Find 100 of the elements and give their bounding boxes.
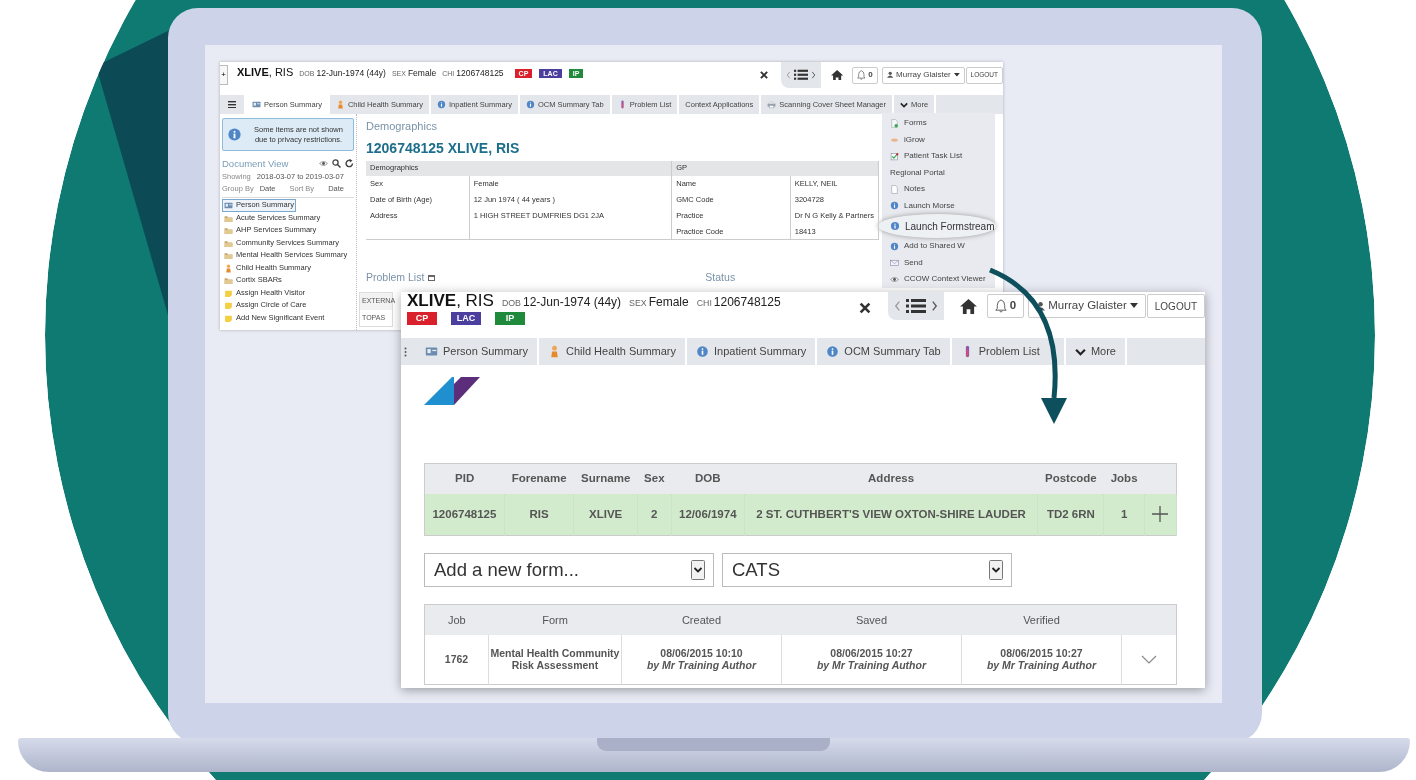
document-icon [890, 118, 899, 128]
chevron-down-icon [1074, 347, 1086, 356]
column-header: Job [424, 604, 489, 635]
folder-icon [224, 226, 233, 235]
home-button[interactable] [959, 298, 977, 314]
id-card-icon [425, 345, 438, 358]
column-header: Saved [781, 604, 962, 635]
close-button[interactable] [857, 301, 872, 315]
chi-value: 1206748125 [713, 294, 781, 311]
chevron-down-icon [1141, 654, 1157, 664]
folder-icon [224, 238, 233, 248]
table-cell: 12/06/1974 [671, 493, 745, 536]
folder-icon [224, 251, 233, 260]
chevron-left-icon [893, 299, 901, 313]
user-menu-button[interactable]: Murray Glaister [1028, 294, 1146, 318]
window-icon [428, 274, 436, 281]
dob-label: DOB [501, 297, 521, 310]
add-button[interactable] [1151, 505, 1170, 524]
list-button[interactable] [905, 298, 926, 314]
person-icon [548, 345, 561, 358]
menu-item[interactable]: Forms [882, 115, 995, 132]
expand-button[interactable]: + [220, 65, 228, 85]
eye-icon [319, 158, 328, 168]
id-card-icon [252, 100, 261, 109]
next-button[interactable] [930, 299, 938, 313]
bell-icon [994, 299, 1007, 313]
column-header: PID [424, 463, 505, 494]
table-cell: 2 ST. CUTHBERT'S VIEW OXTON-SHIRE LAUDER [744, 493, 1038, 536]
caret-icon [1129, 303, 1138, 309]
column-header: DOB [671, 463, 745, 494]
user-icon [886, 71, 894, 79]
user-menu-button[interactable]: Murray Glaister [881, 66, 965, 84]
menu-item[interactable]: Notes [882, 181, 995, 198]
table-cell: 1 [1103, 493, 1145, 536]
alert-flag: CP [407, 312, 437, 325]
view-button[interactable] [319, 158, 328, 168]
search-icon [332, 158, 341, 168]
table-cell: TD2 6RN [1037, 493, 1104, 536]
date-text: 08/06/2015 10:27 [830, 647, 913, 660]
info-icon [696, 345, 710, 358]
document-icon [890, 184, 899, 194]
document-view-title: Document View [222, 157, 289, 171]
close-button[interactable] [758, 69, 769, 81]
chevron-right-icon [811, 69, 817, 81]
bell-icon [856, 69, 866, 81]
table-row[interactable]: 1206748125 RIS XLIVE 2 12/06/1974 2 ST. CUTHBERT'S VIEW OXTON-SHIRE LAUDER TD2 6RN 1 [424, 493, 1177, 536]
menu-item[interactable]: Launch Morse [882, 197, 995, 214]
table-cell: 1206748125 [424, 493, 505, 536]
menu-item[interactable]: Add to Shared W [882, 238, 995, 255]
chevron-down-icon [900, 101, 909, 108]
form-select[interactable]: Add a new form... [424, 553, 714, 587]
date-text: 08/06/2015 10:27 [1000, 647, 1083, 660]
section-title: Demographics [366, 119, 437, 134]
plus-icon [1151, 505, 1170, 524]
id-card-icon [224, 201, 233, 210]
refresh-button[interactable] [345, 158, 354, 168]
logo-icon [424, 377, 480, 405]
chi-value: 1206748125 [456, 67, 504, 80]
menu-item[interactable]: CCOW Context Viewer [882, 271, 995, 288]
sex-label: SEX [629, 297, 647, 310]
expand-row-button[interactable] [1141, 654, 1157, 664]
next-button[interactable] [811, 69, 817, 81]
list-button[interactable] [793, 69, 809, 81]
table-cell: RIS [504, 493, 574, 536]
chevron-right-icon [930, 299, 938, 313]
menu-icon [228, 101, 236, 108]
person-icon [335, 100, 345, 109]
category-select[interactable]: CATS [722, 553, 1012, 587]
chi-label: CHI [696, 297, 712, 310]
folder-icon [224, 276, 233, 285]
author-text: by Mr Training Author [815, 659, 928, 672]
info-icon [826, 345, 840, 358]
refresh-icon [345, 158, 354, 168]
list-icon [905, 298, 926, 314]
menu-item[interactable]: Launch Formstream [882, 214, 995, 238]
column-header: Created [621, 604, 782, 635]
checklist-icon [890, 151, 899, 161]
close-icon [758, 69, 769, 81]
column-header: Form [488, 604, 622, 635]
alert-flag: IP [495, 312, 525, 325]
sex-value: Female [648, 294, 689, 311]
home-button[interactable] [831, 69, 844, 81]
notifications-button[interactable]: 0 [986, 294, 1025, 318]
table-cell: Mental Health Community Risk Assessment [488, 634, 622, 685]
grip-icon [404, 346, 407, 357]
notifications-button[interactable]: 0 [851, 66, 878, 84]
logout-button[interactable]: LOGOUT [1146, 294, 1205, 318]
patient-name: XLIVE, RIS [237, 65, 294, 80]
home-icon [959, 298, 977, 314]
caret-icon [953, 72, 960, 78]
alert-flag: LAC [451, 312, 481, 325]
info-icon [436, 100, 446, 109]
chevron-left-icon [785, 69, 791, 81]
menu-item[interactable]: Regional Portal [882, 164, 995, 181]
date-text: 08/06/2015 10:10 [660, 647, 743, 660]
info-icon [890, 221, 900, 231]
search-button[interactable] [332, 158, 341, 168]
menu-item[interactable]: iGrow [882, 131, 995, 148]
menu-item[interactable]: Patient Task List [882, 148, 995, 165]
menu-item[interactable]: Send [882, 254, 995, 271]
